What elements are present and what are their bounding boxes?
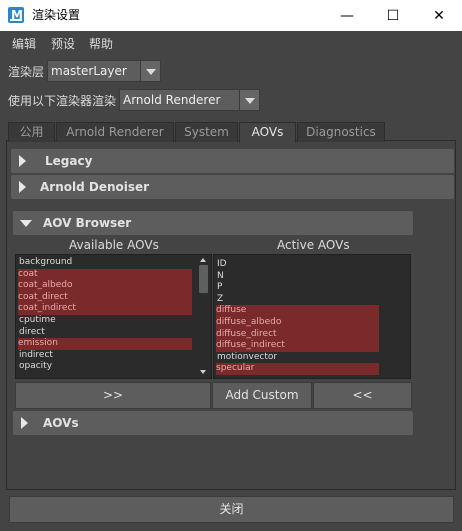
render-layer-label: 渲染层 <box>8 65 45 79</box>
expand-arrow-icon <box>19 155 26 167</box>
aovs-section-header[interactable]: AOVs <box>13 411 413 435</box>
menu-bar: 编辑 预设 帮助 <box>0 31 462 57</box>
renderer-label: 使用以下渲染器渲染 <box>8 94 117 108</box>
list-item[interactable]: coat_indirect <box>18 303 192 315</box>
title-bar: M 渲染设置 — ☐ ✕ <box>0 0 462 31</box>
available-aovs-title: Available AOVs <box>69 238 159 252</box>
aovs-section-title: AOVs <box>43 416 79 430</box>
list-item[interactable]: emission <box>18 338 192 350</box>
denoiser-section-title: Arnold Denoiser <box>40 180 150 194</box>
renderer-value: Arnold Renderer <box>123 93 221 107</box>
menu-edit[interactable]: 编辑 <box>12 37 36 51</box>
maximize-button[interactable]: ☐ <box>370 0 416 31</box>
tab-aovs[interactable]: AOVs <box>239 122 296 143</box>
expand-arrow-icon <box>19 181 26 193</box>
menu-presets[interactable]: 预设 <box>51 37 75 51</box>
list-item[interactable]: N <box>217 271 380 283</box>
legacy-section-title: Legacy <box>45 154 93 168</box>
tab-system[interactable]: System <box>175 122 238 142</box>
denoiser-section-header[interactable]: Arnold Denoiser <box>11 175 454 199</box>
chevron-down-icon <box>140 61 160 81</box>
legacy-section-header[interactable]: Legacy <box>11 149 454 173</box>
list-item[interactable]: direct <box>19 327 193 339</box>
list-item[interactable]: P <box>217 282 380 294</box>
window-title: 渲染设置 <box>32 8 81 22</box>
scroll-down-icon[interactable] <box>200 370 206 374</box>
close-button[interactable]: 关闭 <box>9 496 454 523</box>
menu-help[interactable]: 帮助 <box>89 37 113 51</box>
list-item[interactable]: diffuse_direct <box>216 328 379 341</box>
list-item[interactable]: coat_albedo <box>18 280 192 292</box>
available-scrollbar[interactable] <box>197 256 210 377</box>
close-window-button[interactable]: ✕ <box>416 0 462 31</box>
active-aovs-list[interactable]: ID N P Z diffuse diffuse_albedo diffuse_… <box>213 254 411 379</box>
list-item[interactable]: diffuse_albedo <box>216 317 379 329</box>
expand-arrow-icon <box>21 417 28 429</box>
list-item[interactable]: opacity <box>19 361 193 373</box>
available-aovs-list[interactable]: background coat coat_albedo coat_direct … <box>15 254 212 379</box>
active-aovs-title: Active AOVs <box>277 238 350 252</box>
list-item[interactable]: coat <box>18 268 192 281</box>
tab-common[interactable]: 公用 <box>8 122 55 142</box>
scroll-thumb[interactable] <box>199 265 208 293</box>
remove-aov-button[interactable]: << <box>313 382 412 409</box>
list-item[interactable]: diffuse <box>216 305 379 317</box>
list-item[interactable]: coat_direct <box>18 291 192 304</box>
tab-arnold-renderer[interactable]: Arnold Renderer <box>56 122 174 142</box>
list-item[interactable]: diffuse_indirect <box>216 340 379 352</box>
renderer-dropdown[interactable]: Arnold Renderer <box>119 89 260 111</box>
scroll-up-icon[interactable] <box>200 258 206 262</box>
collapse-arrow-icon <box>20 220 32 227</box>
list-item[interactable]: background <box>19 257 193 269</box>
aov-browser-section-title: AOV Browser <box>43 216 132 230</box>
add-aov-button[interactable]: >> <box>15 382 211 409</box>
render-layer-dropdown[interactable]: masterLayer <box>47 60 161 82</box>
render-layer-value: masterLayer <box>51 64 127 78</box>
tab-diagnostics[interactable]: Diagnostics <box>297 122 385 142</box>
chevron-down-icon <box>239 90 259 110</box>
aov-browser-section-header[interactable]: AOV Browser <box>13 211 413 235</box>
minimize-button[interactable]: — <box>324 0 370 31</box>
list-item[interactable]: cputime <box>19 315 193 327</box>
list-item[interactable]: specular <box>216 363 379 375</box>
list-item[interactable]: indirect <box>19 350 193 362</box>
list-item[interactable]: ID <box>217 259 380 271</box>
list-item[interactable]: Z <box>217 294 380 306</box>
add-custom-button[interactable]: Add Custom <box>212 382 312 409</box>
list-item[interactable]: motionvector <box>217 352 380 364</box>
maya-app-icon: M <box>8 7 24 23</box>
